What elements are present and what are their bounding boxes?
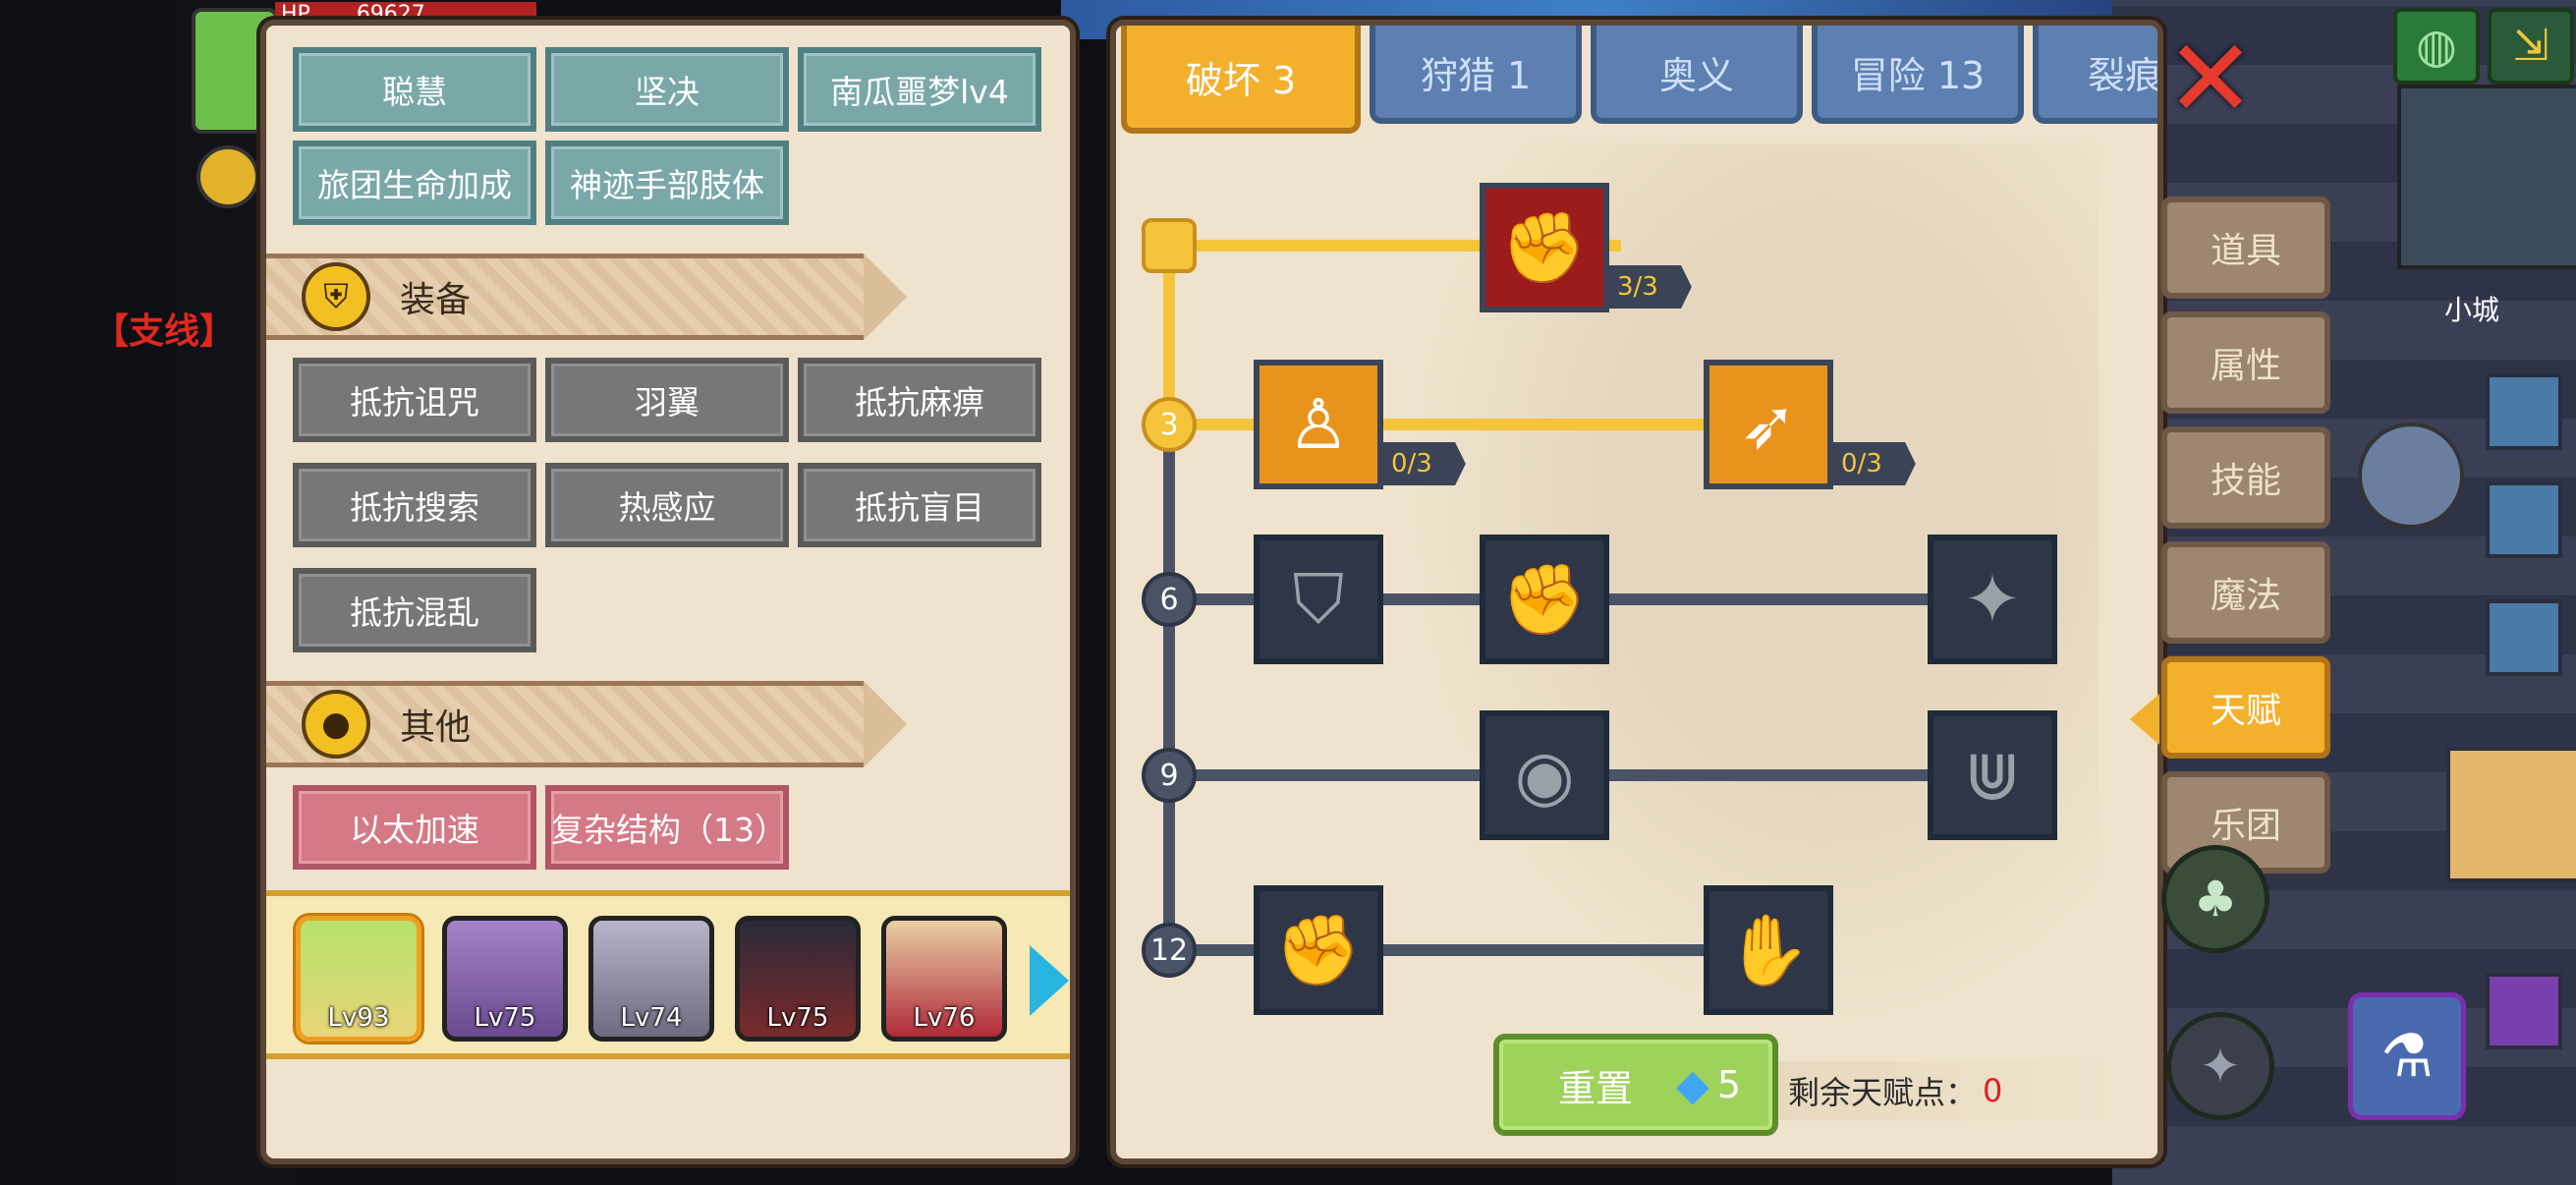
world-globe-icon[interactable] (2358, 423, 2464, 529)
talent-root-node (1142, 218, 1197, 273)
other-tag[interactable]: 复杂结构（13） (545, 785, 789, 870)
hero-level: Lv76 (913, 1003, 976, 1033)
gauntlet-icon[interactable]: ✋ (1704, 885, 1833, 1015)
tab-adventure[interactable]: 冒险 13 (1812, 26, 2024, 124)
splash-strike-icon[interactable]: ✦ (1928, 535, 2057, 664)
hero-level: Lv75 (474, 1003, 536, 1033)
armor-icon: ⛨ (302, 262, 370, 331)
menu-skills[interactable]: 技能 (2161, 426, 2330, 529)
equip-tag[interactable]: 抵抗麻痹 (798, 358, 1041, 442)
level-node: 3 (1142, 397, 1197, 452)
side-quest-label[interactable]: 【支线】 (93, 303, 235, 354)
hero-level: Lv75 (766, 1003, 829, 1033)
menu-items[interactable]: 道具 (2161, 197, 2330, 299)
menu-talent[interactable]: 天赋 (2161, 656, 2330, 759)
talent-count: 0/3 (1377, 442, 1466, 485)
compass-icon[interactable]: ✦ (2166, 1012, 2274, 1120)
gold-coin-icon[interactable] (196, 145, 259, 208)
tab-hunt[interactable]: 狩猎 1 (1370, 26, 1582, 124)
banner-tail (864, 681, 907, 767)
hero-portrait[interactable]: Lv75 (442, 916, 568, 1042)
hero-level: Lv93 (327, 1003, 390, 1033)
minimap-location-label: 小城 (2444, 294, 2500, 326)
level-node: 12 (1142, 923, 1197, 978)
tab-destroy[interactable]: 破坏 3 (1121, 26, 1361, 134)
gem-icon: ◆ (1676, 1059, 1709, 1110)
map-tile (2486, 973, 2562, 1049)
minimap[interactable] (2397, 85, 2576, 269)
ripple-icon[interactable]: ◉ (1480, 710, 1609, 840)
menu-magic[interactable]: 魔法 (2161, 541, 2330, 644)
exit-icon[interactable]: ⇲ (2488, 8, 2574, 85)
equip-tag[interactable]: 抵抗盲目 (798, 463, 1041, 547)
equip-tag[interactable]: 抵抗诅咒 (293, 358, 536, 442)
potion-book-icon[interactable]: ⚗ (2348, 992, 2466, 1120)
other-section-header: ● 其他 (266, 681, 907, 767)
remaining-points: 剩余天赋点： 0 (1778, 1061, 2112, 1120)
banner-tail (864, 254, 907, 340)
section-title: 装备 (400, 280, 472, 320)
network-globe-icon[interactable]: ◍ (2393, 8, 2480, 85)
gem-count: 5 (1716, 1063, 1742, 1106)
tree-icon[interactable]: ♣ (2161, 845, 2269, 953)
menu-attributes[interactable]: 属性 (2161, 311, 2330, 414)
hero-portrait[interactable]: Lv76 (881, 916, 1007, 1042)
coin-icon: ● (302, 690, 370, 759)
attr-tag[interactable]: 南瓜噩梦lv4 (798, 47, 1041, 132)
equip-tag[interactable]: 抵抗搜索 (293, 463, 536, 547)
arrow-hit-icon[interactable]: ➶ (1704, 360, 1833, 489)
attr-tag[interactable]: 聪慧 (293, 47, 536, 132)
equip-tag[interactable]: 羽翼 (545, 358, 789, 442)
next-arrow-icon[interactable] (1030, 945, 1069, 1016)
equip-tag[interactable]: 热感应 (545, 463, 789, 547)
attribute-panel: 聪慧 坚决 南瓜噩梦lv4 旅团生命加成 神迹手部肢体 ⛨ 装备 抵抗诅咒 羽翼… (260, 20, 1076, 1164)
tab-rift[interactable]: 裂痕 (2033, 26, 2157, 124)
map-building (2446, 747, 2576, 882)
menu-pointer-icon (2130, 694, 2159, 745)
equip-tag[interactable]: 抵抗混乱 (293, 568, 536, 652)
hero-portrait[interactable]: Lv93 (296, 916, 421, 1042)
hero-portrait[interactable]: Lv75 (735, 916, 861, 1042)
level-node: 6 (1142, 572, 1197, 627)
tab-secret[interactable]: 奥义 (1591, 26, 1803, 124)
attr-tag[interactable]: 神迹手部肢体 (545, 141, 789, 225)
hero-selector: Lv93 Lv75 Lv74 Lv75 Lv76 (266, 890, 1070, 1059)
map-tile (2486, 373, 2562, 450)
other-tag[interactable]: 以太加速 (293, 785, 536, 870)
close-icon[interactable]: ✕ (2161, 25, 2260, 133)
talent-count: 0/3 (1827, 442, 1916, 485)
section-title: 其他 (400, 707, 472, 748)
attr-tag[interactable]: 坚决 (545, 47, 789, 132)
talent-panel: 破坏 3 狩猎 1 奥义 冒险 13 裂痕 3 6 9 12 ✊ 3/3 ♙ 0… (1110, 20, 2163, 1164)
remaining-label: 剩余天赋点： (1788, 1074, 1978, 1111)
hero-portrait[interactable]: Lv74 (588, 916, 714, 1042)
talent-spine (1163, 443, 1175, 974)
map-tile (2486, 481, 2562, 558)
reset-label: 重置 (1558, 1066, 1634, 1110)
equipment-section-header: ⛨ 装备 (266, 254, 907, 340)
muscle-body-icon[interactable]: ♙ (1254, 360, 1383, 489)
level-node: 9 (1142, 748, 1197, 803)
talent-count: 3/3 (1603, 265, 1692, 309)
punch-icon[interactable]: ✊ (1480, 535, 1609, 664)
map-tile (2486, 599, 2562, 676)
hero-level: Lv74 (620, 1003, 683, 1033)
remaining-value: 0 (1983, 1072, 2003, 1109)
arm-wrestle-icon[interactable]: ✊ (1480, 183, 1609, 312)
shield-break-icon[interactable]: ⛉ (1254, 535, 1383, 664)
attr-tag[interactable]: 旅团生命加成 (293, 141, 536, 225)
fist-icon[interactable]: ✊ (1254, 885, 1383, 1015)
bat-icon[interactable]: ⋓ (1928, 710, 2057, 840)
reset-button[interactable]: 重置 ◆ 5 (1493, 1034, 1778, 1136)
